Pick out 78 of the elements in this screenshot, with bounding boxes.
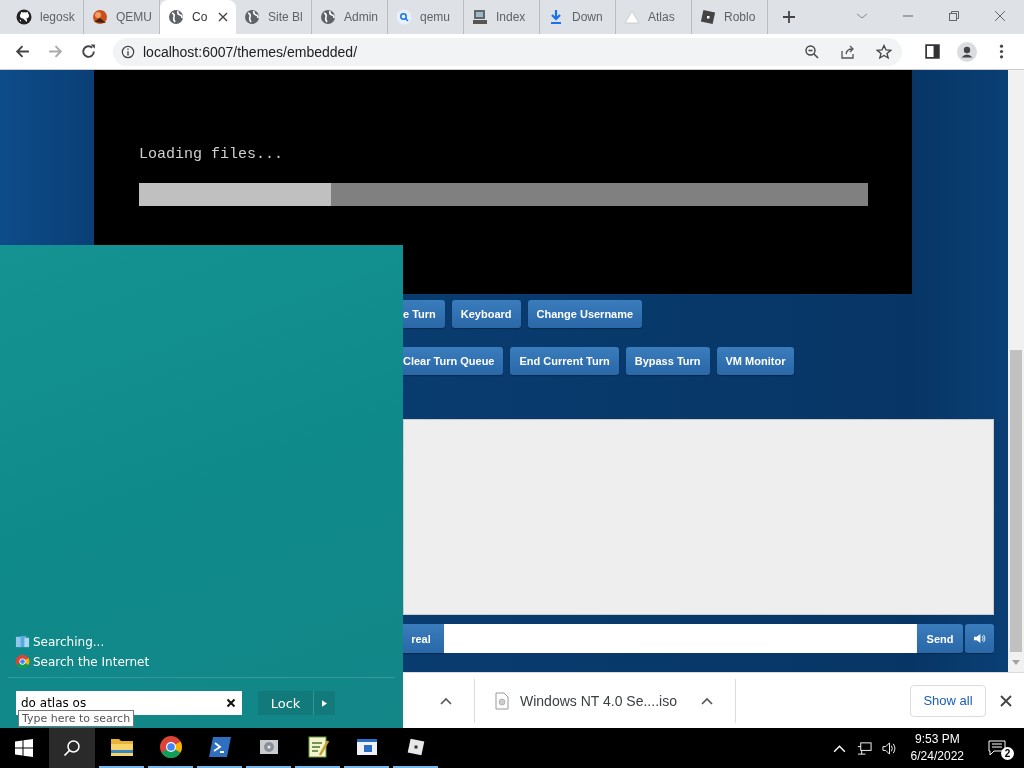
- loading-text: Loading files...: [139, 146, 284, 163]
- profile-icon[interactable]: [957, 41, 977, 62]
- search-button[interactable]: [49, 728, 95, 768]
- tab-title: Admin: [344, 10, 379, 24]
- info-icon: [121, 44, 135, 59]
- restore-icon[interactable]: [948, 10, 960, 22]
- tab-title: Co: [192, 10, 209, 24]
- file-icon: [495, 691, 509, 710]
- clock-date: 6/24/2022: [910, 748, 964, 765]
- download-icon: [548, 9, 564, 25]
- close-icon[interactable]: [1000, 694, 1012, 707]
- ball-icon: [92, 9, 108, 25]
- triangle-icon: [624, 9, 640, 25]
- close-icon[interactable]: [218, 12, 228, 22]
- control-button[interactable]: Bypass Turn: [625, 347, 710, 375]
- clear-icon[interactable]: [226, 698, 236, 708]
- back-icon[interactable]: [14, 43, 31, 60]
- search-icon: [396, 9, 412, 25]
- message-icon: [988, 740, 1006, 756]
- network-icon[interactable]: [856, 740, 872, 756]
- globe-icon: [244, 9, 260, 25]
- tab-title: legosk: [40, 10, 75, 24]
- control-button[interactable]: e Turn: [403, 300, 445, 328]
- tooltip: Type here to search: [18, 710, 135, 727]
- control-button[interactable]: Clear Turn Queue: [403, 347, 504, 375]
- mode-button[interactable]: real: [403, 624, 444, 653]
- control-button[interactable]: VM Monitor: [716, 347, 795, 375]
- arrow-right-icon[interactable]: [322, 699, 327, 707]
- tab-title: Atlas: [648, 10, 676, 24]
- speaker-icon: [973, 633, 986, 644]
- close-icon[interactable]: [994, 10, 1006, 22]
- caret-up-icon[interactable]: [440, 696, 452, 705]
- sound-button[interactable]: [965, 624, 994, 653]
- tab-title: Roblo: [724, 10, 757, 24]
- tab-title: Down: [572, 10, 604, 24]
- chat-input[interactable]: [444, 624, 917, 653]
- clock[interactable]: 9:53 PM 6/24/2022: [910, 731, 964, 765]
- side-panel-icon[interactable]: [924, 43, 941, 60]
- browser-tab[interactable]: Co: [160, 0, 236, 34]
- library-icon: [15, 634, 30, 649]
- chrome-icon: [158, 735, 183, 759]
- vm-screen[interactable]: Loading files...: [94, 70, 912, 294]
- notification-button[interactable]: 2: [988, 736, 1014, 760]
- notification-count: 2: [1001, 747, 1014, 760]
- volume-icon[interactable]: [881, 740, 897, 756]
- control-button[interactable]: Change Username: [527, 300, 643, 328]
- share-icon[interactable]: [840, 43, 856, 60]
- tab-title: qemu: [420, 10, 452, 24]
- search-result[interactable]: Searching...: [15, 634, 395, 649]
- control-button[interactable]: Keyboard: [451, 300, 521, 328]
- chrome-icon: [15, 654, 30, 669]
- search-icon: [63, 739, 81, 757]
- terminal-icon: [207, 735, 232, 759]
- scrollbar[interactable]: [1008, 70, 1024, 672]
- send-button[interactable]: Send: [917, 624, 963, 653]
- globe-icon: [168, 9, 184, 25]
- tab-title: Site Bl: [268, 10, 303, 24]
- search-result[interactable]: Search the Internet: [15, 654, 395, 669]
- show-all-button[interactable]: Show all: [910, 684, 986, 717]
- address-bar[interactable]: localhost:6007/themes/embedded/: [113, 37, 902, 66]
- windows-logo-icon[interactable]: [15, 739, 33, 757]
- control-button[interactable]: End Current Turn: [510, 347, 619, 375]
- star-icon[interactable]: [876, 43, 892, 60]
- caret-up-icon[interactable]: [700, 696, 713, 705]
- new-tab-icon[interactable]: [782, 10, 796, 24]
- tab-title: Index: [496, 10, 527, 24]
- clock-time: 9:53 PM: [914, 731, 960, 748]
- download-name[interactable]: Windows NT 4.0 Se....iso: [520, 692, 677, 709]
- computer-icon: [472, 9, 488, 25]
- notepad-icon: [305, 735, 330, 759]
- tab-title: QEMU: [116, 10, 151, 24]
- zoom-out-icon[interactable]: [804, 43, 820, 60]
- globe-icon: [320, 9, 336, 25]
- url-text: localhost:6007/themes/embedded/: [143, 43, 359, 60]
- github-icon: [16, 9, 32, 25]
- lock-button[interactable]: Lock: [258, 691, 314, 715]
- reload-icon[interactable]: [80, 43, 97, 60]
- scroll-thumb[interactable]: [1010, 350, 1022, 652]
